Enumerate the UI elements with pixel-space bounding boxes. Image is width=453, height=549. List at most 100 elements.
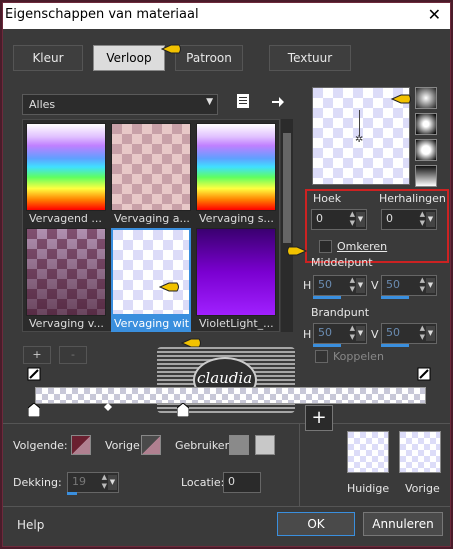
gallery-item-label: VioletLight_... [199,317,274,330]
gallery-item[interactable]: Vervaging s... [196,123,276,227]
user-color-swatch[interactable] [255,435,275,455]
location-input[interactable]: 0 [223,472,261,493]
document-icon[interactable] [235,93,251,109]
previous-label: Vorige [405,482,440,495]
center-v-slider[interactable] [381,296,409,299]
focal-h-value: 50 [318,326,332,339]
spinner-arrows-icon[interactable]: ▲ ▼ [420,210,425,228]
gallery-item[interactable]: Vervaging v... [26,228,106,332]
add-gradient-button[interactable]: + [23,346,51,364]
repeats-input[interactable]: 0 ▲ ▼ ▼ [381,209,437,230]
color-stop-marker-icon[interactable] [28,403,40,417]
angle-line [359,110,360,136]
location-value: 0 [228,475,235,488]
center-v-value: 50 [386,278,400,291]
pointing-hand-icon [159,282,179,292]
gradient-editor-bar[interactable] [35,387,426,404]
center-marker-icon: ✲ [355,134,364,145]
divider [299,423,300,506]
watermark-text: claudia [197,369,253,387]
center-h-label: H [303,279,312,292]
chevron-down-icon[interactable]: ▼ [108,475,117,490]
spinner-arrows-icon[interactable]: ▲ ▼ [420,324,425,342]
user-color-swatch[interactable] [229,435,249,455]
divider [3,423,450,424]
close-icon[interactable]: ✕ [428,5,441,24]
location-label: Locatie: [181,476,225,489]
angle-input[interactable]: 0 ▲ ▼ ▼ [311,209,367,230]
add-to-swatches-button[interactable]: + [305,405,333,431]
tab-bar: Kleur Verloop Patroon Textuur [11,45,441,73]
gallery-item-label: Vervaging a... [114,212,190,225]
spinner-arrows-icon[interactable]: ▲ ▼ [420,276,425,294]
focal-v-label: V [371,328,379,341]
focal-h-input[interactable]: 50 ▲ ▼ ▼ [313,323,367,344]
linear-style-button[interactable] [415,87,437,109]
spinner-arrows-icon[interactable]: ▲ ▼ [102,473,107,491]
pointing-hand-icon [391,94,411,104]
chevron-down-icon[interactable]: ▼ [356,326,365,341]
scrollbar-thumb[interactable] [283,133,291,243]
focal-h-slider[interactable] [313,344,341,347]
help-link[interactable]: Help [17,518,44,532]
chevron-down-icon[interactable]: ▼ [426,326,435,341]
opacity-input[interactable]: 19 ▲ ▼ ▼ [67,472,119,493]
radial-style-button[interactable] [415,165,437,187]
link-label[interactable]: Koppelen [333,350,384,363]
current-material-swatch[interactable] [347,431,389,473]
previous-material-swatch[interactable] [399,431,441,473]
focal-v-value: 50 [386,326,400,339]
current-label: Huidige [347,482,390,495]
focal-v-input[interactable]: 50 ▲ ▼ ▼ [381,323,437,344]
gallery-item[interactable]: Vervagend ... [26,123,106,227]
prev-label: Vorige: [105,439,144,452]
spinner-arrows-icon[interactable]: ▲ ▼ [350,324,355,342]
category-select[interactable]: Alles ▼ [22,94,218,115]
chevron-down-icon[interactable]: ▼ [356,278,365,293]
gradient-thumbnail [111,123,191,211]
material-properties-window: Eigenschappen van materiaal ✕ Kleur Verl… [2,2,451,547]
angle-label: Hoek [313,192,342,205]
gradient-thumbnail [111,228,191,316]
center-h-input[interactable]: 50 ▲ ▼ ▼ [313,275,367,296]
midpoint-marker-icon[interactable] [104,403,112,411]
next-color-swatch[interactable] [71,435,91,455]
invert-label[interactable]: Omkeren [337,240,387,253]
gradient-end-marker-icon[interactable] [417,367,431,381]
window-title: Eigenschappen van materiaal [5,7,199,22]
chevron-down-icon[interactable]: ▼ [426,278,435,293]
gallery-item[interactable]: Vervaging a... [111,123,191,227]
gallery-item[interactable]: VioletLight_... [196,228,276,332]
center-h-slider[interactable] [313,296,341,299]
category-value: Alles [29,98,56,111]
spinner-arrows-icon[interactable]: ▲ ▼ [350,276,355,294]
invert-checkbox[interactable] [319,240,332,253]
title-bar: Eigenschappen van materiaal ✕ [3,3,450,29]
center-v-input[interactable]: 50 ▲ ▼ ▼ [381,275,437,296]
gradient-start-marker-icon[interactable] [27,367,41,381]
tab-kleur[interactable]: Kleur [13,45,83,71]
center-v-label: V [371,279,379,292]
link-checkbox[interactable] [315,350,328,363]
gallery-scrollbar[interactable] [281,119,293,332]
cancel-button[interactable]: Annuleren [363,512,443,536]
rectangular-style-button[interactable] [415,113,437,135]
opacity-label: Dekking: [13,476,62,489]
focal-v-slider[interactable] [381,344,409,347]
center-h-value: 50 [318,278,332,291]
spinner-arrows-icon[interactable]: ▲ ▼ [350,210,355,228]
chevron-down-icon[interactable]: ▼ [426,212,435,227]
gradient-thumbnail [26,228,106,316]
remove-gradient-button[interactable]: - [59,346,87,364]
ok-button[interactable]: OK [277,512,355,536]
arrow-right-icon[interactable] [271,95,285,109]
tab-textuur[interactable]: Textuur [269,45,351,71]
gallery-item-label: Vervagend ... [29,212,102,225]
chevron-down-icon[interactable]: ▼ [356,212,365,227]
opacity-slider[interactable] [67,492,77,495]
color-stop-marker-icon[interactable] [177,403,189,417]
prev-color-swatch[interactable] [141,435,161,455]
sunburst-style-button[interactable] [415,139,437,161]
tab-verloop[interactable]: Verloop [93,45,165,71]
tab-patroon[interactable]: Patroon [175,45,243,71]
